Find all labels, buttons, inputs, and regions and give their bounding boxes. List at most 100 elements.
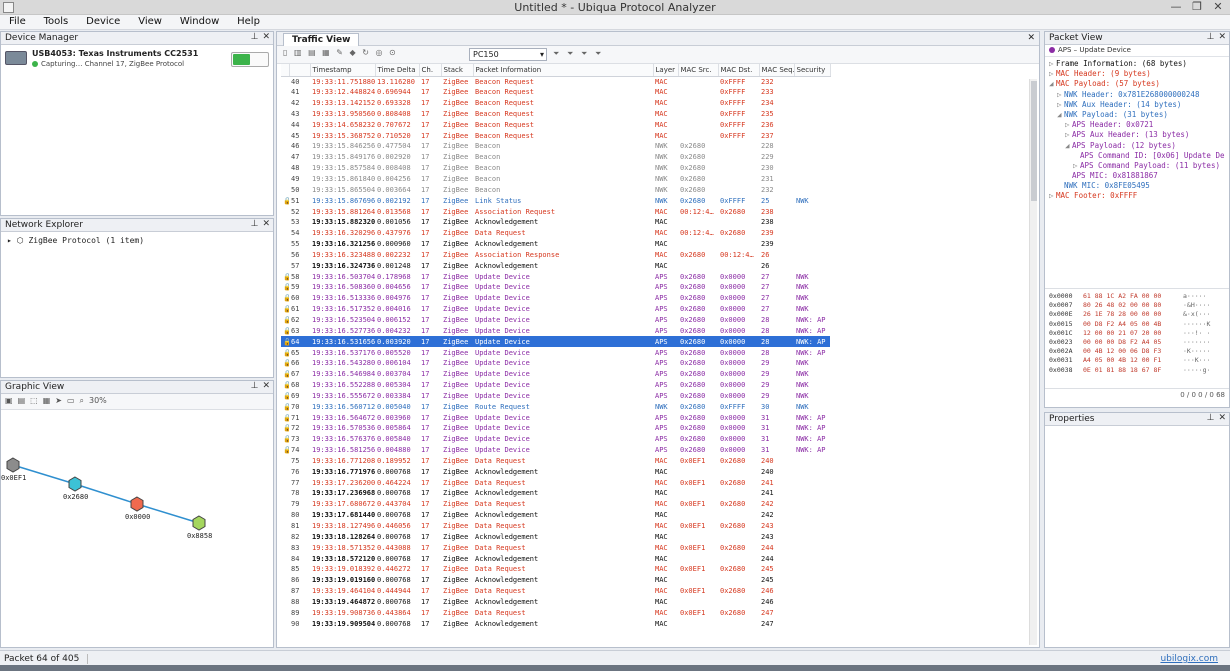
table-row[interactable]: 44 19:33:14.658232 0.707672 17 ZigBee Beacon … bbox=[281, 119, 830, 130]
packet-tree-item[interactable]: ▷ NWK Header: 0x781E268000000248 bbox=[1049, 90, 1227, 100]
scroll-thumb[interactable] bbox=[1031, 81, 1037, 201]
pin-icon[interactable]: ⊥ bbox=[251, 32, 259, 42]
table-row[interactable]: 🔒 66 19:33:16.543280 0.006104 17 ZigBee Update… bbox=[281, 358, 830, 369]
table-row[interactable]: 41 19:33:12.448824 0.696944 17 ZigBee Beacon … bbox=[281, 87, 830, 98]
menu-view[interactable]: View bbox=[129, 15, 168, 27]
filter-dropdown[interactable]: PC150 ▾ bbox=[469, 48, 547, 61]
graph-node-3[interactable]: 0x8858 bbox=[187, 515, 212, 540]
filter-add-icon[interactable]: ⏷ bbox=[567, 49, 573, 59]
table-row[interactable]: 🔒 71 19:33:16.564672 0.003960 17 ZigBee Update… bbox=[281, 412, 830, 423]
table-row[interactable]: 56 19:33:16.323488 0.002232 17 ZigBee Associa… bbox=[281, 250, 830, 261]
expand-arrow-icon[interactable]: ▸ bbox=[7, 236, 12, 245]
expand-arrow-icon[interactable]: ▷ bbox=[1073, 161, 1080, 171]
col-lock[interactable] bbox=[281, 64, 290, 77]
ubilogix-link[interactable]: ubilogix.com bbox=[1160, 654, 1218, 664]
table-row[interactable]: 🔒 72 19:33:16.570536 0.005864 17 ZigBee Update… bbox=[281, 423, 830, 434]
restore-button[interactable]: ❐ bbox=[1188, 0, 1206, 13]
close-icon[interactable]: ✕ bbox=[262, 32, 270, 42]
pin-icon[interactable]: ⊥ bbox=[251, 219, 259, 229]
table-row[interactable]: 50 19:33:15.865504 0.003664 17 ZigBee Beacon N… bbox=[281, 184, 830, 195]
col-security[interactable]: Security bbox=[794, 64, 831, 77]
table-row[interactable]: 🔒 65 19:33:16.537176 0.005520 17 ZigBee Update… bbox=[281, 347, 830, 358]
graph-node-1[interactable]: 0x2680 bbox=[63, 476, 88, 501]
table-row[interactable]: 52 19:33:15.881264 0.013568 17 ZigBee Associa… bbox=[281, 206, 830, 217]
expand-arrow-icon[interactable]: ◢ bbox=[1065, 141, 1072, 151]
table-row[interactable]: 🔒 69 19:33:16.555672 0.003384 17 ZigBee Update… bbox=[281, 390, 830, 401]
table-row[interactable]: 43 19:33:13.950560 0.808408 17 ZigBee Beacon … bbox=[281, 109, 830, 120]
tree-item-zigbee[interactable]: ZigBee Protocol (1 item) bbox=[28, 236, 144, 245]
table-row[interactable]: 89 19:33:19.908736 0.443864 17 ZigBee Data Re… bbox=[281, 607, 830, 618]
pin-icon[interactable]: ⊥ bbox=[1207, 32, 1215, 42]
table-row[interactable]: 49 19:33:15.861840 0.004256 17 ZigBee Beacon N… bbox=[281, 174, 830, 185]
packet-tree-item[interactable]: ▷ MAC Footer: 0xFFFF bbox=[1049, 191, 1227, 201]
expand-arrow-icon[interactable]: ▷ bbox=[1065, 120, 1072, 130]
col-timestamp[interactable]: Timestamp bbox=[310, 64, 376, 77]
table-row[interactable]: 🔒 59 19:33:16.508360 0.004656 17 ZigBee Update… bbox=[281, 282, 830, 293]
expand-arrow-icon[interactable]: ▷ bbox=[1049, 59, 1056, 69]
table-row[interactable]: 83 19:33:18.571352 0.443088 17 ZigBee Data Re… bbox=[281, 542, 830, 553]
device-item[interactable]: USB4053: Texas Instruments CC2531 Captur… bbox=[1, 45, 273, 75]
find-icon[interactable]: ◎ bbox=[375, 48, 382, 57]
table-row[interactable]: 87 19:33:19.464104 0.444944 17 ZigBee Data Re… bbox=[281, 586, 830, 597]
table-row[interactable]: 55 19:33:16.321256 0.000960 17 ZigBee Acknowl… bbox=[281, 239, 830, 250]
col-packet-info[interactable]: Packet Information bbox=[473, 64, 654, 77]
table-row[interactable]: 76 19:33:16.771976 0.000768 17 ZigBee Acknowl… bbox=[281, 466, 830, 477]
packet-tree-item[interactable]: ▷ NWK Aux Header: (14 bytes) bbox=[1049, 100, 1227, 110]
packet-tree-item[interactable]: NWK MIC: 0x8FE05495 bbox=[1049, 181, 1227, 191]
table-row[interactable]: 🔒 67 19:33:16.546984 0.003704 17 ZigBee Update… bbox=[281, 369, 830, 380]
table-row[interactable]: 🔒 68 19:33:16.552288 0.005304 17 ZigBee Update… bbox=[281, 380, 830, 391]
tab-traffic-view[interactable]: Traffic View bbox=[283, 33, 360, 46]
new-icon[interactable]: ▯ bbox=[283, 48, 287, 57]
packet-tree-item[interactable]: APS MIC: 0x81881867 bbox=[1049, 171, 1227, 181]
menu-file[interactable]: File bbox=[0, 15, 32, 27]
packet-tree-item[interactable]: ▷ MAC Header: (9 bytes) bbox=[1049, 69, 1227, 79]
table-row[interactable]: 75 19:33:16.771208 0.189952 17 ZigBee Data Re… bbox=[281, 456, 830, 467]
table-row[interactable]: 45 19:33:15.368752 0.710520 17 ZigBee Beacon … bbox=[281, 130, 830, 141]
table-row[interactable]: 🔒 62 19:33:16.523504 0.006152 17 ZigBee Update… bbox=[281, 315, 830, 326]
menu-help[interactable]: Help bbox=[228, 15, 266, 27]
col-mac-src[interactable]: MAC Src. bbox=[678, 64, 719, 77]
columns-icon[interactable]: ▥ bbox=[294, 48, 302, 57]
close-icon[interactable]: ✕ bbox=[1218, 32, 1226, 42]
table-row[interactable]: 🔒 60 19:33:16.513336 0.004976 17 ZigBee Update… bbox=[281, 293, 830, 304]
col-time-delta[interactable]: Time Delta bbox=[375, 64, 420, 77]
table-row[interactable]: 88 19:33:19.464872 0.000768 17 ZigBee Acknowl… bbox=[281, 597, 830, 608]
pin-icon[interactable]: ⊥ bbox=[1207, 413, 1215, 423]
table-row[interactable]: 🔒 70 19:33:16.560712 0.005040 17 ZigBee Route … bbox=[281, 401, 830, 412]
table-row[interactable]: 40 19:33:11.751880 13.116280 17 ZigBee Beacon… bbox=[281, 76, 830, 87]
minimize-button[interactable]: — bbox=[1167, 0, 1185, 13]
packet-tree-item[interactable]: ◢ NWK Payload: (31 bytes) bbox=[1049, 110, 1227, 120]
packet-tree-item[interactable]: APS Command ID: [0x06] Update De bbox=[1049, 151, 1227, 161]
table-row[interactable]: 84 19:33:18.572120 0.000768 17 ZigBee Acknowl… bbox=[281, 553, 830, 564]
table-row[interactable]: 77 19:33:17.236200 0.464224 17 ZigBee Data Re… bbox=[281, 477, 830, 488]
capture-toggle[interactable] bbox=[231, 52, 269, 67]
close-icon[interactable]: ✕ bbox=[1218, 413, 1226, 423]
close-icon[interactable]: ✕ bbox=[262, 219, 270, 229]
table-row[interactable]: 🔒 63 19:33:16.527736 0.004232 17 ZigBee Update… bbox=[281, 325, 830, 336]
table-row[interactable]: 85 19:33:19.018392 0.446272 17 ZigBee Data Re… bbox=[281, 564, 830, 575]
colorize-icon[interactable]: ✎ bbox=[336, 48, 343, 57]
find-next-icon[interactable]: ⊙ bbox=[389, 48, 396, 57]
refresh-icon[interactable]: ↻ bbox=[362, 48, 369, 57]
table-row[interactable]: 🔒 58 19:33:16.503704 0.178968 17 ZigBee Update… bbox=[281, 271, 830, 282]
expand-arrow-icon[interactable]: ▷ bbox=[1065, 130, 1072, 140]
table-row[interactable]: 79 19:33:17.680672 0.443704 17 ZigBee Data Re… bbox=[281, 499, 830, 510]
export-icon[interactable]: ▤ bbox=[308, 48, 316, 57]
expand-arrow-icon[interactable]: ▷ bbox=[1049, 191, 1056, 201]
col-channel[interactable]: Ch. bbox=[419, 64, 442, 77]
menu-tools[interactable]: Tools bbox=[35, 15, 75, 27]
table-row[interactable]: 🔒 61 19:33:16.517352 0.004016 17 ZigBee Update… bbox=[281, 304, 830, 315]
col-number[interactable] bbox=[289, 64, 311, 77]
table-row[interactable]: 46 19:33:15.846256 0.477504 17 ZigBee Beacon N… bbox=[281, 141, 830, 152]
table-row[interactable]: 90 19:33:19.909504 0.000768 17 ZigBee Acknowl… bbox=[281, 618, 830, 629]
graph-node-0[interactable]: 0x0EF1 bbox=[1, 457, 26, 482]
packet-tree-item[interactable]: ◢ APS Payload: (12 bytes) bbox=[1049, 141, 1227, 151]
expand-arrow-icon[interactable]: ◢ bbox=[1057, 110, 1064, 120]
table-row[interactable]: 82 19:33:18.128264 0.000768 17 ZigBee Acknowl… bbox=[281, 531, 830, 542]
col-stack[interactable]: Stack bbox=[441, 64, 474, 77]
filter-clear-icon[interactable]: ⏷ bbox=[595, 49, 601, 59]
bookmark-icon[interactable]: ◆ bbox=[350, 48, 356, 57]
table-row[interactable]: 🔒 51 19:33:15.867696 0.002192 17 ZigBee Link S… bbox=[281, 195, 830, 206]
col-mac-dst[interactable]: MAC Dst. bbox=[718, 64, 760, 77]
col-mac-seq[interactable]: MAC Seq. bbox=[759, 64, 795, 77]
